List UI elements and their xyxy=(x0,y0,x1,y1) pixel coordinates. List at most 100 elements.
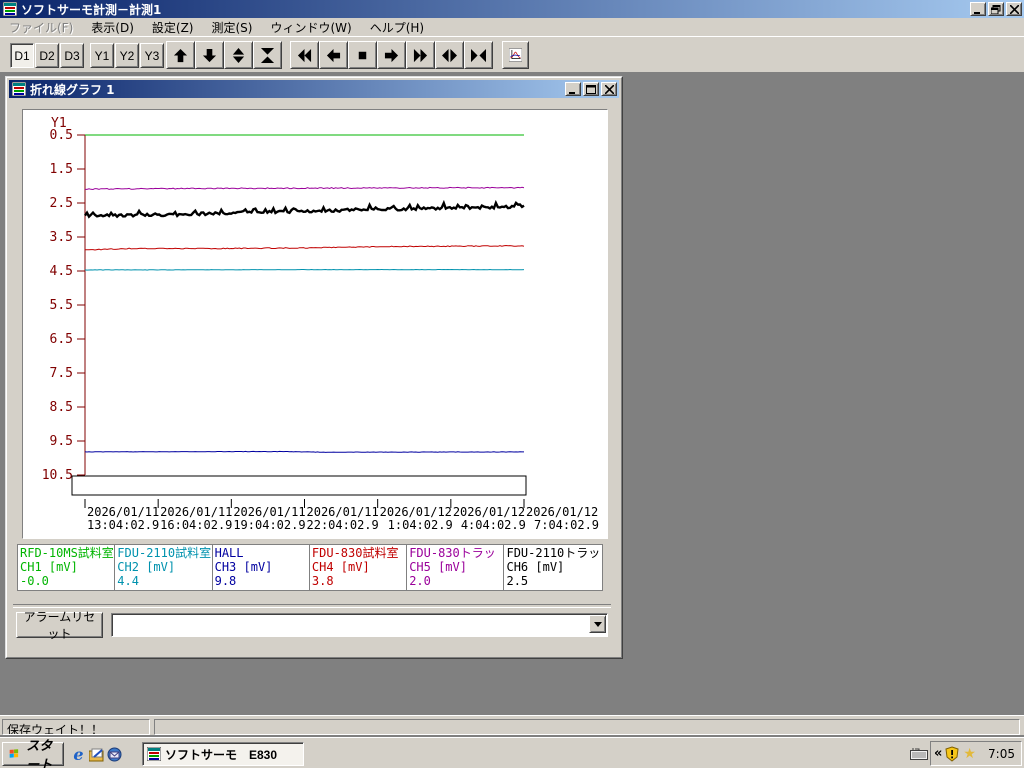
windows-flag-icon xyxy=(9,749,19,758)
channel-value: 2.5 xyxy=(506,574,529,588)
svg-text:3.5: 3.5 xyxy=(50,230,73,245)
fast-forward-button[interactable] xyxy=(406,41,435,69)
app-icon xyxy=(147,747,161,761)
expand-vertical-icon xyxy=(232,47,245,63)
toolbar-d3-button[interactable]: D3 xyxy=(60,43,84,68)
step-forward-icon xyxy=(384,48,399,62)
close-icon xyxy=(1009,4,1019,14)
compress-horizontal-button[interactable] xyxy=(464,41,493,69)
menu-view[interactable]: 表示(D) xyxy=(82,17,143,38)
toolbar-y2-button[interactable]: Y2 xyxy=(115,43,139,68)
channel-value: 3.8 xyxy=(311,574,334,588)
stop-button[interactable] xyxy=(348,41,377,69)
svg-text:1:04:02.9: 1:04:02.9 xyxy=(388,518,453,532)
compress-vertical-button[interactable] xyxy=(253,41,282,69)
svg-text:2026/01/11: 2026/01/11 xyxy=(87,505,159,519)
alarm-combobox[interactable] xyxy=(111,613,608,637)
legend-cell-ch6: FDU-2110トラッ CH6 [mV] 2.5 xyxy=(504,545,602,590)
toolbar-y1-button[interactable]: Y1 xyxy=(90,43,114,68)
svg-text:2026/01/12: 2026/01/12 xyxy=(453,505,525,519)
svg-text:4.5: 4.5 xyxy=(50,264,73,279)
channel-legend-table: RFD-10MS試料室 CH1 [mV] -0.0 FDU-2110試料室 CH… xyxy=(17,544,603,591)
channel-label: CH1 [mV] xyxy=(20,560,78,574)
restore-icon xyxy=(991,4,1001,14)
channel-name: FDU-2110試料室 xyxy=(117,546,212,560)
status-message: 保存ウェイト！！ xyxy=(2,719,150,735)
close-button[interactable] xyxy=(1006,2,1022,16)
child-minimize-button[interactable] xyxy=(565,82,581,96)
toolbar-y3-button[interactable]: Y3 xyxy=(140,43,164,68)
globe-mail-icon xyxy=(107,747,122,762)
alarm-reset-button[interactable]: アラームリセット xyxy=(16,610,103,641)
scroll-up-button[interactable] xyxy=(166,41,195,69)
child-maximize-button[interactable] xyxy=(583,82,599,96)
svg-text:2026/01/12: 2026/01/12 xyxy=(380,505,452,519)
desktop-screen: ソフトサーモ計測－計測1 ファイル(F) 表示(D) 設定(Z) 測定(S) ウ… xyxy=(0,0,1024,768)
minimize-button[interactable] xyxy=(970,2,986,16)
svg-text:2026/01/11: 2026/01/11 xyxy=(233,505,305,519)
clock: 7:05 xyxy=(988,746,1015,761)
start-button[interactable]: スタート xyxy=(2,738,64,768)
svg-text:8.5: 8.5 xyxy=(50,400,73,415)
security-shield-icon[interactable] xyxy=(944,745,960,762)
scroll-down-button[interactable] xyxy=(195,41,224,69)
window-title: ソフトサーモ計測－計測1 xyxy=(21,2,162,17)
step-forward-button[interactable] xyxy=(377,41,406,69)
legend-cell-ch2: FDU-2110試料室 CH2 [mV] 4.4 xyxy=(115,545,213,590)
minimize-icon xyxy=(569,91,575,94)
desktop-pad-icon xyxy=(88,748,103,761)
step-back-button[interactable] xyxy=(319,41,348,69)
scroll-down-icon xyxy=(202,48,217,62)
svg-text:22:04:02.9: 22:04:02.9 xyxy=(307,518,379,532)
restore-button[interactable] xyxy=(988,2,1004,16)
legend-cell-ch4: FDU-830試料室 CH4 [mV] 3.8 xyxy=(309,545,408,590)
channel-name: FDU-830トラッ xyxy=(409,546,496,560)
channel-label: CH2 [mV] xyxy=(117,560,176,574)
child-close-button[interactable] xyxy=(601,82,617,96)
svg-text:9.5: 9.5 xyxy=(50,434,73,449)
channel-value: 9.8 xyxy=(214,574,237,588)
svg-text:2.5: 2.5 xyxy=(50,196,73,211)
alarm-combobox-value[interactable] xyxy=(111,613,608,637)
collapse-chevrons-icon[interactable]: « xyxy=(934,746,942,761)
expand-horizontal-icon xyxy=(442,48,457,62)
legend-cell-ch1: RFD-10MS試料室 CH1 [mV] -0.0 xyxy=(18,545,116,590)
stop-icon xyxy=(358,51,367,59)
expand-vertical-button[interactable] xyxy=(224,41,253,69)
fast-forward-icon xyxy=(413,48,428,62)
svg-text:10.5: 10.5 xyxy=(42,468,73,483)
toolbar-d2-button[interactable]: D2 xyxy=(35,43,59,68)
channel-name: HALL xyxy=(214,546,244,560)
menu-window[interactable]: ウィンドウ(W) xyxy=(261,17,360,38)
menu-file[interactable]: ファイル(F) xyxy=(0,17,82,38)
svg-text:5.5: 5.5 xyxy=(50,298,73,313)
show-desktop-icon[interactable] xyxy=(88,746,105,763)
internet-explorer-icon[interactable]: e xyxy=(70,745,87,764)
expand-horizontal-button[interactable] xyxy=(435,41,464,69)
channel-value: 4.4 xyxy=(117,574,139,588)
toolbar-d1-button[interactable]: D1 xyxy=(10,43,34,68)
svg-text:2026/01/12: 2026/01/12 xyxy=(526,505,598,519)
taskbar-app-button[interactable]: ソフトサーモ E830 xyxy=(142,742,304,766)
graph-display-button[interactable] xyxy=(502,41,529,69)
graph-window-icon xyxy=(12,82,26,96)
compress-horizontal-icon xyxy=(471,48,486,62)
legend-cell-ch3: HALL CH3 [mV] 9.8 xyxy=(212,545,310,590)
outlook-express-icon[interactable] xyxy=(106,746,123,763)
channel-value: 2.0 xyxy=(409,574,431,588)
svg-text:19:04:02.9: 19:04:02.9 xyxy=(233,518,305,532)
fast-rewind-button[interactable] xyxy=(290,41,319,69)
channel-label: CH6 [mV] xyxy=(506,560,565,574)
menu-settings[interactable]: 設定(Z) xyxy=(143,17,203,38)
start-label: スタート xyxy=(26,738,53,768)
channel-name: FDU-830試料室 xyxy=(311,546,399,560)
svg-text:7:04:02.9: 7:04:02.9 xyxy=(534,518,599,532)
combobox-dropdown-button[interactable] xyxy=(589,615,606,633)
close-icon xyxy=(604,84,614,94)
menu-help[interactable]: ヘルプ(H) xyxy=(361,17,433,38)
taskbar: スタート e ソフトサーモ E830 « ★ 7:05 xyxy=(0,737,1024,768)
menu-measure[interactable]: 測定(S) xyxy=(202,17,261,38)
star-icon[interactable]: ★ xyxy=(963,746,976,762)
svg-text:4:04:02.9: 4:04:02.9 xyxy=(461,518,526,532)
keyboard-icon[interactable] xyxy=(910,747,928,763)
